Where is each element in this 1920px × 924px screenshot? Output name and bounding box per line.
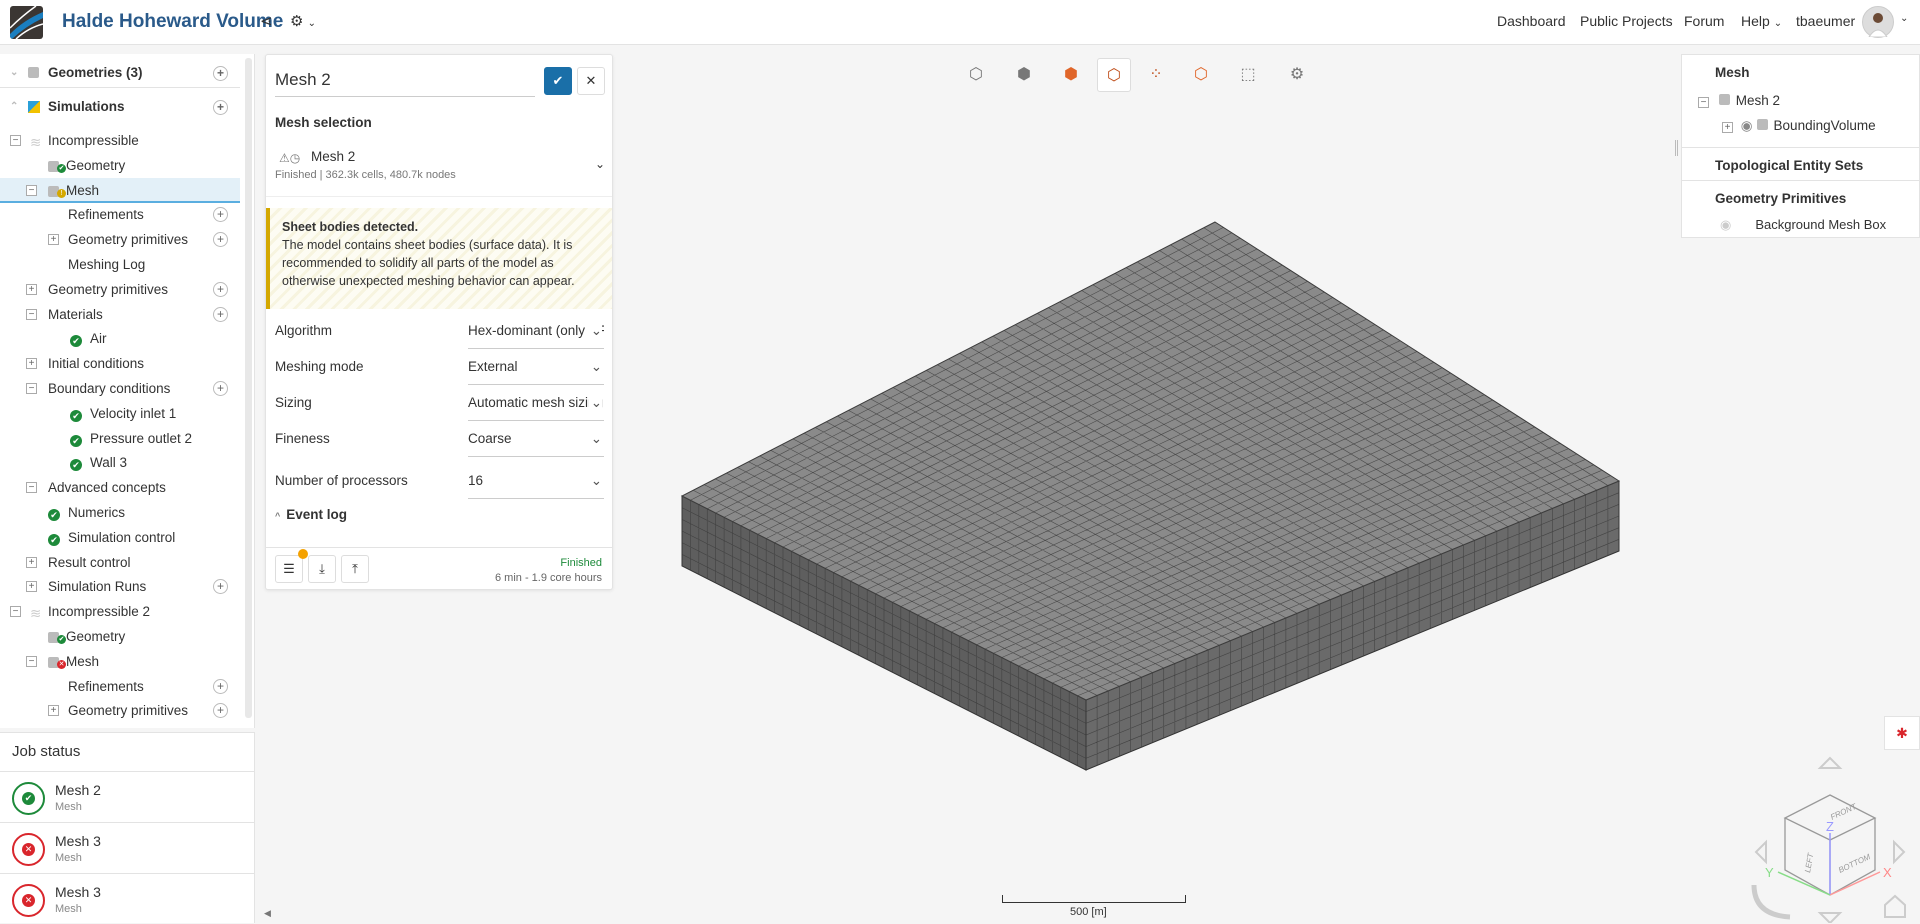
axis-z-label: Z [1826,819,1834,834]
axis-y-label: Y [1765,865,1774,880]
rotate-right-icon [1893,839,1906,865]
volume-icon [1756,119,1768,130]
rotate-up-icon [1817,756,1843,769]
axis-x-label: X [1883,865,1892,880]
scene-item-label: Mesh 2 [1735,93,1781,108]
geometry-primitives-section[interactable]: Geometry Primitives [1682,180,1920,206]
scene-item-label: BoundingVolume [1773,118,1876,133]
scene-item-label: Background Mesh Box [1755,217,1887,232]
navigation-cube[interactable]: FRONT LEFT BOTTOM Z X Y [1740,755,1920,923]
scene-tree-panel: Mesh − Mesh 2 + ◉ BoundingVolume Topologi… [1681,54,1920,238]
rotate-left-icon [1754,839,1767,865]
scale-bar [1002,895,1186,903]
home-icon [1884,894,1906,918]
topological-entity-sets-section[interactable]: Topological Entity Sets [1682,147,1920,173]
panel-resize-handle[interactable] [1675,140,1678,156]
bug-report-icon[interactable]: ✱ [1884,716,1920,750]
orbit-icon [1751,884,1791,920]
mesh-icon [1718,94,1730,105]
scale-label: 500 [m] [1070,906,1107,918]
mesh-viewport[interactable] [0,0,1920,923]
expand-toggle[interactable]: + [1722,122,1733,133]
eye-icon[interactable]: ◉ [1720,217,1731,232]
rotate-down-icon [1817,912,1843,923]
collapse-toggle[interactable]: − [1698,97,1709,108]
eye-icon[interactable]: ◉ [1741,118,1753,133]
scene-boundingvolume-item[interactable]: + ◉ BoundingVolume [1722,118,1920,134]
mesh-section-title[interactable]: Mesh [1715,65,1920,80]
background-mesh-box-item[interactable]: ◉ Background Mesh Box [1720,217,1920,233]
cube-bottom-label: BOTTOM [1837,852,1872,875]
scene-mesh-item[interactable]: − Mesh 2 [1698,93,1920,108]
cube-left-label: LEFT [1803,851,1815,873]
